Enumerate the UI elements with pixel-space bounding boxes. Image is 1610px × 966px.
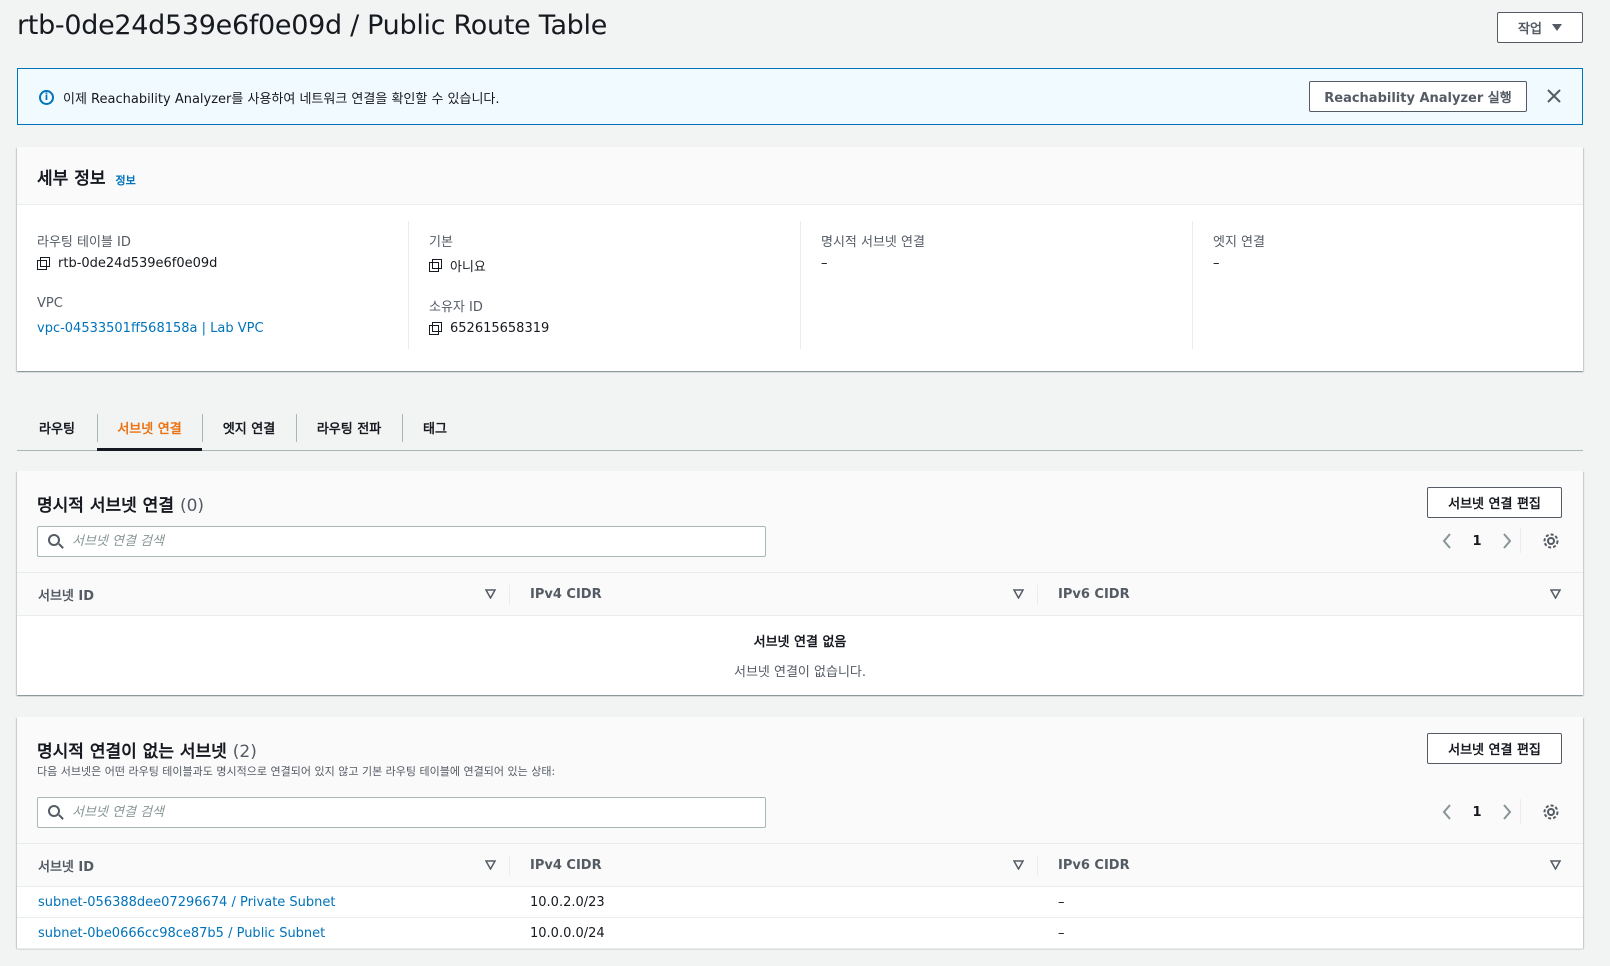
edit-subnet-associations-button[interactable]: 서브넷 연결 편집 xyxy=(1427,487,1562,518)
chevron-right-icon[interactable] xyxy=(1496,530,1518,552)
sort-icon[interactable] xyxy=(1550,860,1561,870)
edit-subnet-associations-button[interactable]: 서브넷 연결 편집 xyxy=(1427,733,1562,764)
info-banner: i 이제 Reachability Analyzer를 사용하여 네트워크 연결… xyxy=(17,68,1583,125)
owner-id-label: 소유자 ID xyxy=(429,300,483,315)
section-title: 명시적 연결이 없는 서브넷 xyxy=(37,742,227,762)
owner-id-value: 652615658319 xyxy=(429,321,549,336)
sort-icon[interactable] xyxy=(1013,860,1024,870)
section-count: (0) xyxy=(179,496,205,516)
column-header-ipv4-cidr[interactable]: IPv4 CIDR xyxy=(530,573,602,615)
sort-icon[interactable] xyxy=(1013,589,1024,599)
caret-down-icon xyxy=(1551,24,1562,31)
close-icon[interactable] xyxy=(1543,85,1565,107)
ipv6-cidr-cell: – xyxy=(1058,925,1065,941)
pagination: 1 xyxy=(1436,530,1518,552)
edge-association-label: 엣지 연결 xyxy=(1213,235,1265,250)
column-header-ipv4-cidr[interactable]: IPv4 CIDR xyxy=(530,844,602,886)
column-separator xyxy=(509,585,510,605)
explicit-subnet-associations-panel: 명시적 서브넷 연결 (0) 서브넷 연결 편집 1 서브넷 ID IPv4 C… xyxy=(17,471,1583,695)
sort-icon[interactable] xyxy=(1550,589,1561,599)
main-value: 아니요 xyxy=(429,256,486,275)
route-table-id-value: rtb-0de24d539e6f0e09d xyxy=(37,256,217,271)
details-title: 세부 정보 xyxy=(37,169,106,189)
column-separator xyxy=(1037,585,1038,605)
section-count: (2) xyxy=(232,742,257,762)
details-header: 세부 정보 정보 xyxy=(17,147,1583,205)
chevron-left-icon[interactable] xyxy=(1436,801,1458,823)
section-title-group: 명시적 서브넷 연결 (0) xyxy=(37,491,204,516)
copy-icon[interactable] xyxy=(429,258,443,273)
subnet-id-link[interactable]: subnet-056388dee07296674 / Private Subne… xyxy=(38,887,336,917)
vpc-label: VPC xyxy=(37,296,63,311)
table-row[interactable]: subnet-0be0666cc98ce87b5 / Public Subnet… xyxy=(17,918,1583,949)
explicit-subnet-value: – xyxy=(821,256,828,271)
sort-icon[interactable] xyxy=(485,589,496,599)
search-icon xyxy=(48,804,64,821)
column-divider xyxy=(408,221,409,349)
subnet-id-link[interactable]: subnet-0be0666cc98ce87b5 / Public Subnet xyxy=(38,918,325,948)
vpc-link[interactable]: vpc-04533501ff568158a | Lab VPC xyxy=(37,321,264,336)
empty-state-description: 서브넷 연결이 없습니다. xyxy=(734,665,866,680)
page-number[interactable]: 1 xyxy=(1458,534,1496,549)
pager-divider xyxy=(1520,799,1521,824)
table-row[interactable]: subnet-056388dee07296674 / Private Subne… xyxy=(17,887,1583,918)
route-table-id-text: rtb-0de24d539e6f0e09d xyxy=(58,256,218,271)
section-title-group: 명시적 연결이 없는 서브넷 (2) xyxy=(37,737,257,762)
column-separator xyxy=(1037,856,1038,876)
page-title: rtb-0de24d539e6f0e09d / Public Route Tab… xyxy=(17,10,608,41)
chevron-right-icon[interactable] xyxy=(1496,801,1518,823)
actions-button-label: 작업 xyxy=(1518,22,1542,37)
info-link[interactable]: 정보 xyxy=(115,172,135,188)
tab-subnet-associations[interactable]: 서브넷 연결 xyxy=(97,404,202,451)
info-icon: i xyxy=(39,90,54,105)
column-divider xyxy=(800,221,801,349)
page-number[interactable]: 1 xyxy=(1458,805,1496,820)
search-box xyxy=(37,797,766,828)
gear-icon[interactable] xyxy=(1540,801,1562,823)
details-panel: 세부 정보 정보 라우팅 테이블 ID rtb-0de24d539e6f0e09… xyxy=(17,147,1583,371)
section-description: 다음 서브넷은 어떤 라우팅 테이블과도 명시적으로 연결되어 있지 않고 기본… xyxy=(37,765,556,778)
chevron-left-icon[interactable] xyxy=(1436,530,1458,552)
tab-tags[interactable]: 태그 xyxy=(402,404,468,450)
section-title: 명시적 서브넷 연결 xyxy=(37,496,174,516)
owner-id-text: 652615658319 xyxy=(450,321,550,336)
column-header-subnet-id[interactable]: 서브넷 ID xyxy=(38,844,94,886)
column-header-ipv6-cidr[interactable]: IPv6 CIDR xyxy=(1058,573,1130,615)
tab-bar: 라우팅 서브넷 연결 엣지 연결 라우팅 전파 태그 xyxy=(17,404,1583,451)
info-banner-message: 이제 Reachability Analyzer를 사용하여 네트워크 연결을 … xyxy=(63,92,500,107)
subnets-without-explicit-associations-panel: 명시적 연결이 없는 서브넷 (2) 다음 서브넷은 어떤 라우팅 테이블과도 … xyxy=(17,717,1583,949)
route-table-id-label: 라우팅 테이블 ID xyxy=(37,235,131,250)
copy-icon[interactable] xyxy=(429,321,443,336)
copy-icon[interactable] xyxy=(37,256,51,271)
tab-routes[interactable]: 라우팅 xyxy=(17,404,97,450)
search-box xyxy=(37,526,766,557)
ipv4-cidr-cell: 10.0.0.0/24 xyxy=(530,925,605,941)
ipv4-cidr-cell: 10.0.2.0/23 xyxy=(530,894,605,910)
column-header-subnet-id[interactable]: 서브넷 ID xyxy=(38,573,94,615)
tab-edge-associations[interactable]: 엣지 연결 xyxy=(202,404,296,450)
main-text: 아니요 xyxy=(450,260,486,275)
gear-icon[interactable] xyxy=(1540,530,1562,552)
column-divider xyxy=(1192,221,1193,349)
ipv6-cidr-cell: – xyxy=(1058,894,1065,910)
pager-divider xyxy=(1520,528,1521,553)
column-header-ipv6-cidr[interactable]: IPv6 CIDR xyxy=(1058,844,1130,886)
table-header: 서브넷 ID IPv4 CIDR IPv6 CIDR xyxy=(17,572,1583,616)
explicit-subnet-label: 명시적 서브넷 연결 xyxy=(821,235,925,250)
empty-state-title: 서브넷 연결 없음 xyxy=(753,635,847,650)
table-header: 서브넷 ID IPv4 CIDR IPv6 CIDR xyxy=(17,843,1583,887)
search-input[interactable] xyxy=(64,798,765,827)
edge-association-value: – xyxy=(1213,256,1220,271)
search-icon xyxy=(48,533,64,550)
column-separator xyxy=(509,856,510,876)
run-reachability-analyzer-button[interactable]: Reachability Analyzer 실행 xyxy=(1309,81,1527,112)
main-label: 기본 xyxy=(429,235,453,250)
sort-icon[interactable] xyxy=(485,860,496,870)
actions-button[interactable]: 작업 xyxy=(1497,12,1583,43)
tab-route-propagation[interactable]: 라우팅 전파 xyxy=(296,404,402,450)
search-input[interactable] xyxy=(64,527,765,556)
pagination: 1 xyxy=(1436,801,1518,823)
